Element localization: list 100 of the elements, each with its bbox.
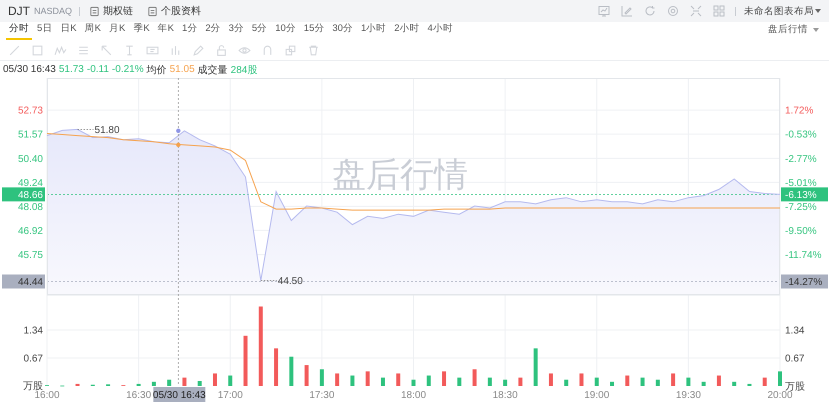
quote-time: 05/30 16:43 xyxy=(3,64,56,75)
grid-layout-icon[interactable] xyxy=(713,5,725,17)
volume-bar xyxy=(244,336,248,386)
volume-axis-label: 1.34 xyxy=(24,325,43,336)
volume-bar xyxy=(594,378,599,386)
time-axis-label: 19:00 xyxy=(584,390,610,401)
collapse-icon[interactable] xyxy=(690,5,702,17)
percent-axis-label: -7.25% xyxy=(785,202,817,213)
volume-bar xyxy=(732,382,736,386)
period-tab[interactable]: 5分 xyxy=(248,22,270,40)
chart-screen-icon[interactable] xyxy=(598,5,610,17)
time-axis-label: 19:30 xyxy=(676,390,701,401)
volume-bar xyxy=(625,376,630,386)
refresh-icon[interactable] xyxy=(644,5,656,17)
percent-axis-label: 1.72% xyxy=(785,106,814,117)
volume-bar xyxy=(747,384,752,386)
label-tool-icon[interactable] xyxy=(146,44,159,56)
volume-bar xyxy=(671,373,676,386)
edit-icon[interactable] xyxy=(621,5,633,17)
volume-bar xyxy=(778,371,782,386)
session-menu[interactable]: 盘后行情 xyxy=(768,23,823,40)
quote-change: -0.11 xyxy=(86,64,109,75)
price-point-marker xyxy=(176,128,181,133)
rectangle-tool-icon[interactable] xyxy=(31,44,44,56)
current-price-tag: 48.66 xyxy=(2,187,45,202)
volume-bar xyxy=(335,373,340,386)
period-tab[interactable]: 日K xyxy=(57,22,80,40)
volume-value: 284股 xyxy=(230,64,258,76)
volume-bar xyxy=(686,378,690,386)
volume-bar xyxy=(716,376,721,386)
lines-tool-icon[interactable] xyxy=(77,44,90,56)
price-axis-label: 48.08 xyxy=(18,202,43,213)
volume-bar xyxy=(472,369,477,386)
price-axis-label: 49.24 xyxy=(18,178,43,189)
volume-unit-label: 万股 xyxy=(23,381,43,392)
average-price: 51.05 xyxy=(170,64,195,75)
period-tab[interactable]: 季K xyxy=(130,22,153,40)
bars-tool-icon[interactable] xyxy=(169,44,182,56)
period-tab[interactable]: 年K xyxy=(154,22,178,40)
period-tab[interactable]: 1小时 xyxy=(358,22,390,40)
extreme-price-label: 44.50 xyxy=(278,276,303,287)
percent-axis-label: -9.50% xyxy=(785,226,817,237)
pencil-icon[interactable] xyxy=(192,44,205,56)
volume-bar xyxy=(289,356,294,386)
volume-bar xyxy=(136,384,141,386)
period-tab[interactable]: 2小时 xyxy=(391,22,423,40)
volume-bar xyxy=(579,373,584,386)
settings-icon[interactable] xyxy=(667,5,679,17)
volume-bar xyxy=(457,378,462,386)
period-tab[interactable]: 15分 xyxy=(300,22,328,40)
copy-icon[interactable] xyxy=(284,44,297,56)
period-tab[interactable]: 3分 xyxy=(226,22,247,40)
stock-profile-link[interactable]: 个股资料 xyxy=(147,4,202,18)
period-tab[interactable]: 分时 xyxy=(6,22,32,40)
volume-bar xyxy=(304,365,309,386)
current-percent-tag: -6.13% xyxy=(781,187,828,202)
volume-bar xyxy=(548,373,553,386)
volume-bar xyxy=(702,382,706,386)
period-tab[interactable]: 30分 xyxy=(329,22,356,40)
volume-bar xyxy=(152,382,156,386)
volume-bar xyxy=(534,348,538,386)
lock-icon[interactable] xyxy=(215,44,228,56)
trash-icon[interactable] xyxy=(307,44,320,56)
volume-bar xyxy=(426,376,431,386)
caret-icon xyxy=(815,9,821,13)
period-tab[interactable]: 5日 xyxy=(34,22,56,40)
period-tab[interactable]: 1分 xyxy=(179,22,200,40)
magnet-icon[interactable] xyxy=(261,44,274,56)
period-tab[interactable]: 月K xyxy=(106,22,128,40)
line-tool-icon[interactable] xyxy=(8,44,21,56)
time-axis-label: 17:00 xyxy=(218,390,243,401)
volume-bar xyxy=(198,380,202,386)
period-tab[interactable]: 4小时 xyxy=(424,22,456,40)
volume-bar xyxy=(564,380,568,386)
wave-tool-icon[interactable] xyxy=(54,44,67,56)
volume-axis-label: 1.34 xyxy=(785,325,804,336)
volume-bar xyxy=(350,376,354,386)
volume-axis-label: 0.67 xyxy=(24,353,43,364)
percent-axis-label: -2.77% xyxy=(785,154,817,165)
exchange-label: NASDAQ xyxy=(34,6,80,16)
volume-bar xyxy=(167,380,172,386)
volume-bar xyxy=(503,380,508,386)
options-chain-link[interactable]: 期权链 xyxy=(89,4,134,18)
period-tab[interactable]: 10分 xyxy=(272,22,299,40)
time-axis-label: 16:30 xyxy=(126,390,152,401)
period-tab[interactable]: 2分 xyxy=(202,22,224,40)
stock-symbol: DJT xyxy=(8,4,30,18)
volume-bar xyxy=(396,373,400,386)
percent-axis-label: -5.01% xyxy=(785,178,817,189)
period-tab[interactable]: 周K xyxy=(82,22,104,40)
volume-bar xyxy=(182,378,186,386)
extreme-price-label: 51.80 xyxy=(94,124,120,136)
quote-price: 51.73 xyxy=(58,64,84,75)
time-axis-label: 18:30 xyxy=(492,390,518,401)
layout-menu[interactable]: 未命名图表布局 xyxy=(744,4,821,18)
time-axis-label: 18:00 xyxy=(400,390,426,401)
average-price-label: 均价 xyxy=(146,64,167,76)
volume-bar xyxy=(380,378,385,386)
arrow-tool-icon[interactable] xyxy=(100,44,113,56)
time-axis-label: 20:00 xyxy=(767,390,793,401)
